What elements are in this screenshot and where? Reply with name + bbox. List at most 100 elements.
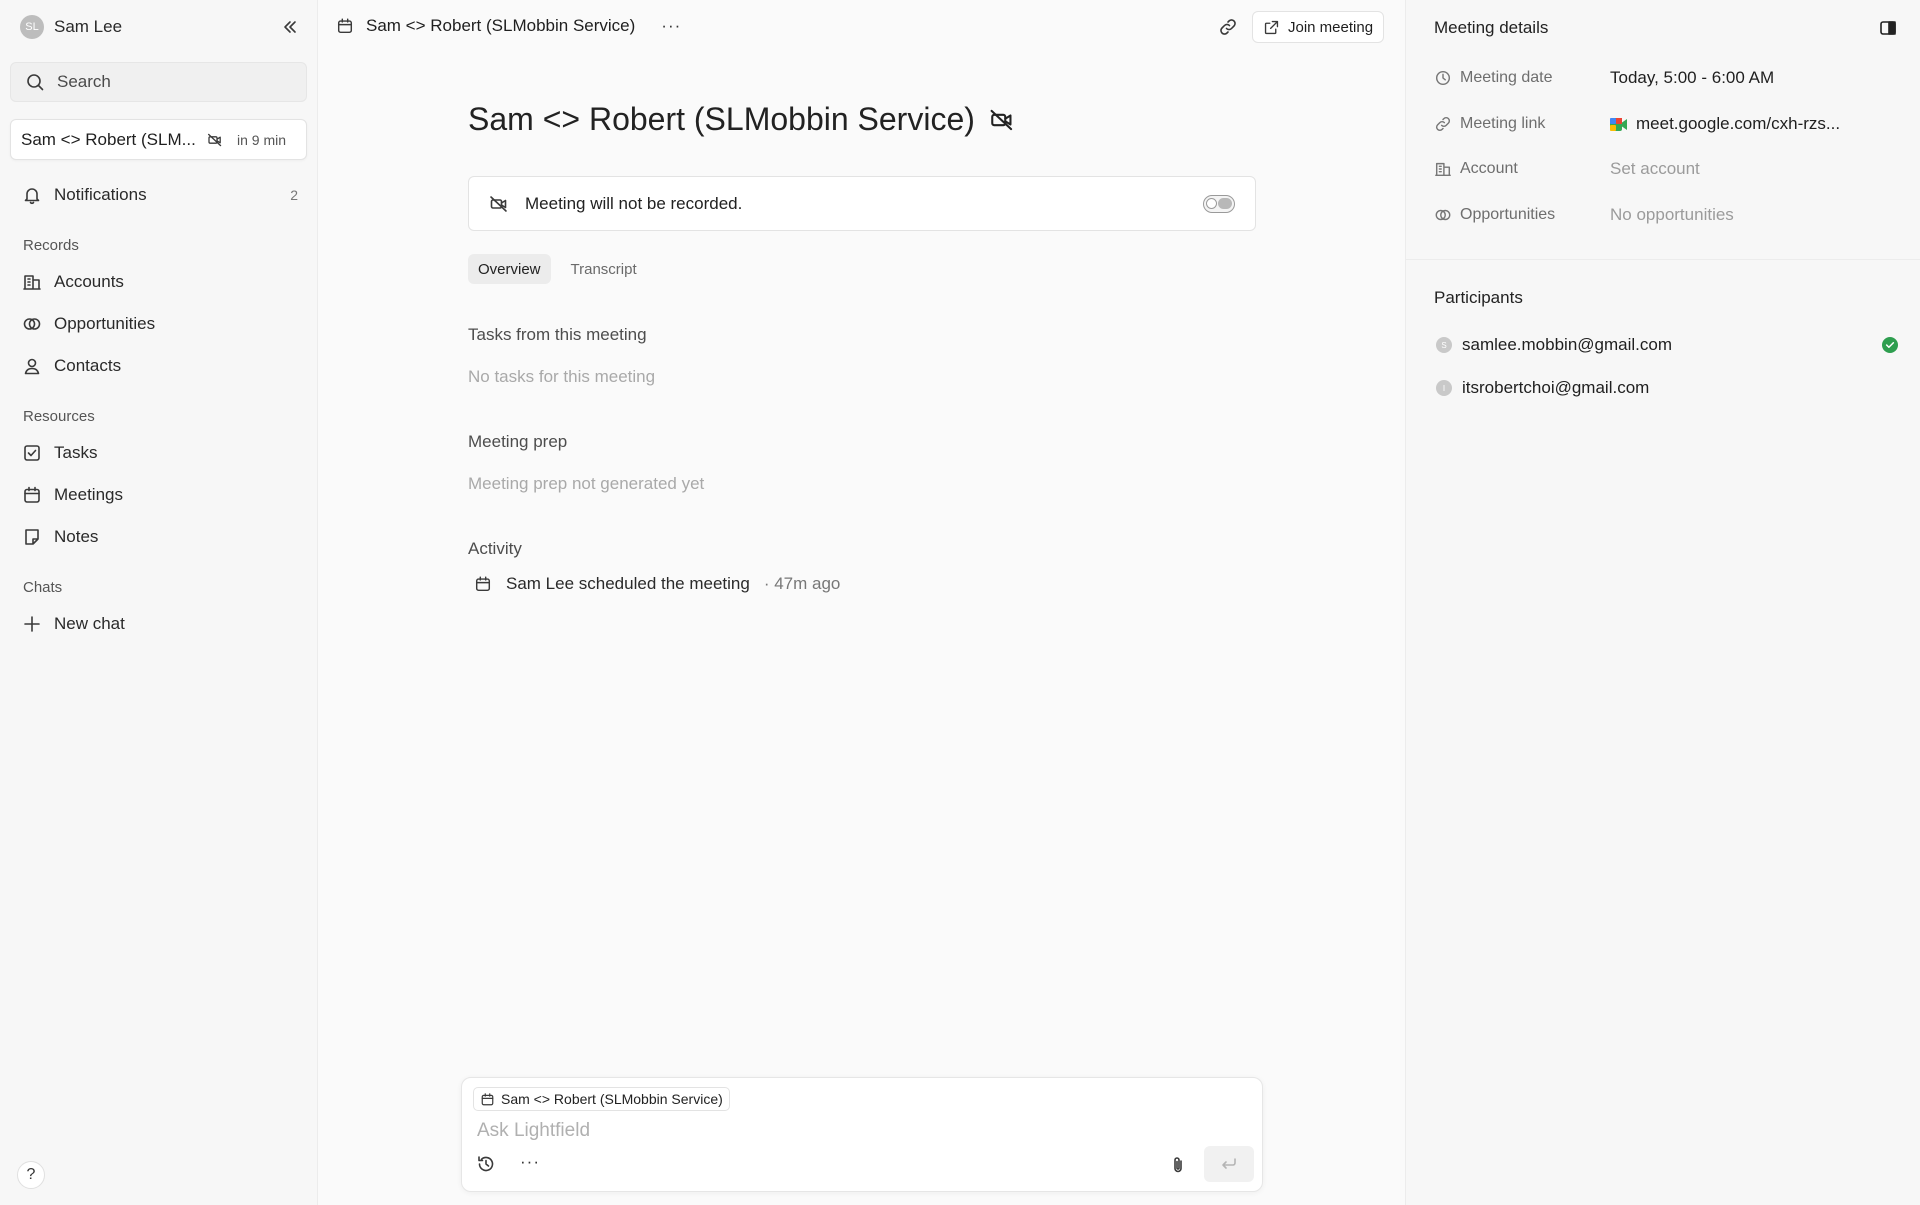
sidebar-item-accounts[interactable]: Accounts (22, 272, 298, 292)
recording-notice: Meeting will not be recorded. (468, 176, 1256, 231)
plus-icon (24, 616, 40, 632)
join-meeting-button[interactable]: Join meeting (1252, 11, 1385, 43)
sidebar-item-label: Accounts (54, 272, 124, 291)
toggle-track (1218, 197, 1232, 209)
new-chat-button[interactable]: New chat (22, 614, 298, 634)
tab-bar: Overview Transcript (468, 254, 647, 284)
attach-icon[interactable] (1168, 1155, 1188, 1175)
breadcrumb-title: Sam <> Robert (SLMobbin Service) (366, 16, 636, 35)
new-chat-label: New chat (54, 614, 125, 633)
account-row: Account Set account (1434, 159, 1904, 179)
link-icon (1435, 116, 1451, 132)
set-account-button[interactable]: Set account (1610, 159, 1700, 179)
current-meeting-when: in 9 min (237, 131, 287, 148)
participant-row[interactable]: I itsrobertchoi@gmail.com (1436, 378, 1898, 398)
sidebar-item-label: Contacts (54, 356, 122, 375)
sidebar-item-label: Opportunities (54, 314, 156, 333)
video-off-icon (490, 195, 507, 212)
participant-email: samlee.mobbin@gmail.com (1462, 335, 1673, 354)
activity-item: Sam Lee scheduled the meeting · 47m ago (474, 574, 840, 594)
checkbox-icon (24, 445, 40, 461)
tasks-heading: Tasks from this meeting (468, 325, 647, 344)
toggle-knob (1206, 197, 1217, 209)
sidebar-item-meetings[interactable]: Meetings (22, 485, 298, 505)
panel-toggle-icon[interactable] (1878, 18, 1898, 38)
composer-more-button[interactable]: ··· (520, 1152, 540, 1172)
note-icon (25, 529, 39, 545)
copy-link-icon[interactable] (1218, 17, 1238, 37)
video-off-icon (207, 133, 222, 146)
notifications-count: 2 (290, 187, 298, 203)
avatar: SL (20, 15, 44, 39)
context-chip[interactable]: Sam <> Robert (SLMobbin Service) (473, 1087, 730, 1111)
sidebar-item-opportunities[interactable]: Opportunities (22, 314, 298, 334)
resources-label: Resources (23, 408, 95, 425)
opportunities-icon (23, 318, 41, 330)
divider (1406, 259, 1920, 260)
activity-time: · 47m ago (763, 574, 841, 593)
opportunities-label: Opportunities (1460, 206, 1556, 223)
breadcrumb: Sam <> Robert (SLMobbin Service) ··· (336, 16, 681, 36)
meeting-date-row: Meeting date Today, 5:00 - 6:00 AM (1434, 68, 1904, 88)
google-meet-icon (1610, 117, 1627, 131)
help-button[interactable]: ? (17, 1161, 45, 1189)
sidebar-item-notes[interactable]: Notes (22, 527, 298, 547)
enter-icon (1222, 1158, 1236, 1169)
current-meeting-item[interactable]: Sam <> Robert (SLM... in 9 min (10, 119, 307, 160)
opportunities-row: Opportunities No opportunities (1434, 205, 1904, 225)
activity-heading: Activity (468, 539, 522, 558)
calendar-icon (24, 486, 40, 503)
history-icon[interactable] (476, 1154, 496, 1174)
meeting-date-label: Meeting date (1460, 69, 1553, 86)
ask-input[interactable] (477, 1116, 1237, 1146)
sidebar-item-notifications[interactable]: Notifications 2 (22, 185, 298, 205)
participant-avatar: S (1436, 337, 1452, 353)
participant-email: itsrobertchoi@gmail.com (1462, 378, 1650, 397)
sidebar-item-label: Notes (54, 527, 99, 546)
meeting-link-value[interactable]: meet.google.com/cxh-rzs... (1636, 114, 1840, 134)
participants-title: Participants (1434, 288, 1523, 307)
user-name: Sam Lee (54, 17, 123, 36)
sidebar-item-label: Tasks (54, 443, 98, 462)
person-icon (24, 358, 40, 375)
meeting-date-value[interactable]: Today, 5:00 - 6:00 AM (1610, 68, 1774, 88)
send-button[interactable] (1204, 1146, 1254, 1182)
sidebar-item-label: Meetings (54, 485, 123, 504)
clock-icon (1435, 70, 1451, 86)
calendar-icon (337, 18, 353, 34)
bell-icon (24, 188, 40, 205)
tab-transcript[interactable]: Transcript (561, 254, 647, 284)
opportunities-value[interactable]: No opportunities (1610, 205, 1734, 225)
records-label: Records (23, 237, 79, 254)
calendar-icon (481, 1092, 494, 1105)
calendar-icon (475, 576, 491, 592)
building-icon (1435, 162, 1451, 177)
chat-composer: Sam <> Robert (SLMobbin Service) ··· (461, 1077, 1263, 1192)
tasks-empty-text: No tasks for this meeting (468, 367, 656, 386)
sidebar-item-contacts[interactable]: Contacts (22, 356, 298, 376)
activity-text: Sam Lee scheduled the meeting (506, 574, 750, 593)
meeting-link-row: Meeting link meet.google.com/cxh-rzs... (1434, 114, 1904, 134)
account-label: Account (1460, 160, 1518, 177)
sidebar-item-label: Notifications (54, 185, 147, 204)
search-input[interactable]: Search (10, 62, 307, 102)
search-label: Search (57, 72, 111, 91)
sidebar: SL Sam Lee Search Sam <> Robert (SLM... … (0, 0, 318, 1205)
participant-row[interactable]: S samlee.mobbin@gmail.com (1436, 335, 1898, 355)
recording-notice-text: Meeting will not be recorded. (525, 193, 743, 213)
recording-toggle[interactable] (1203, 194, 1235, 213)
page-title-text: Sam <> Robert (SLMobbin Service) (468, 101, 975, 137)
collapse-sidebar-icon[interactable] (280, 17, 300, 37)
external-link-icon (1264, 20, 1279, 34)
more-options-button[interactable]: ··· (661, 16, 681, 36)
meeting-prep-heading: Meeting prep (468, 432, 568, 451)
sidebar-item-tasks[interactable]: Tasks (22, 443, 298, 463)
page-title: Sam <> Robert (SLMobbin Service) (468, 101, 1015, 138)
meeting-prep-empty-text: Meeting prep not generated yet (468, 474, 705, 493)
chats-label: Chats (23, 579, 63, 596)
tab-overview[interactable]: Overview (468, 254, 551, 284)
meeting-details-panel: Meeting details Meeting date Today, 5:00… (1405, 0, 1920, 1205)
meeting-link-label: Meeting link (1460, 115, 1546, 132)
participant-avatar: I (1436, 380, 1452, 396)
user-menu[interactable]: SL Sam Lee (20, 15, 122, 39)
